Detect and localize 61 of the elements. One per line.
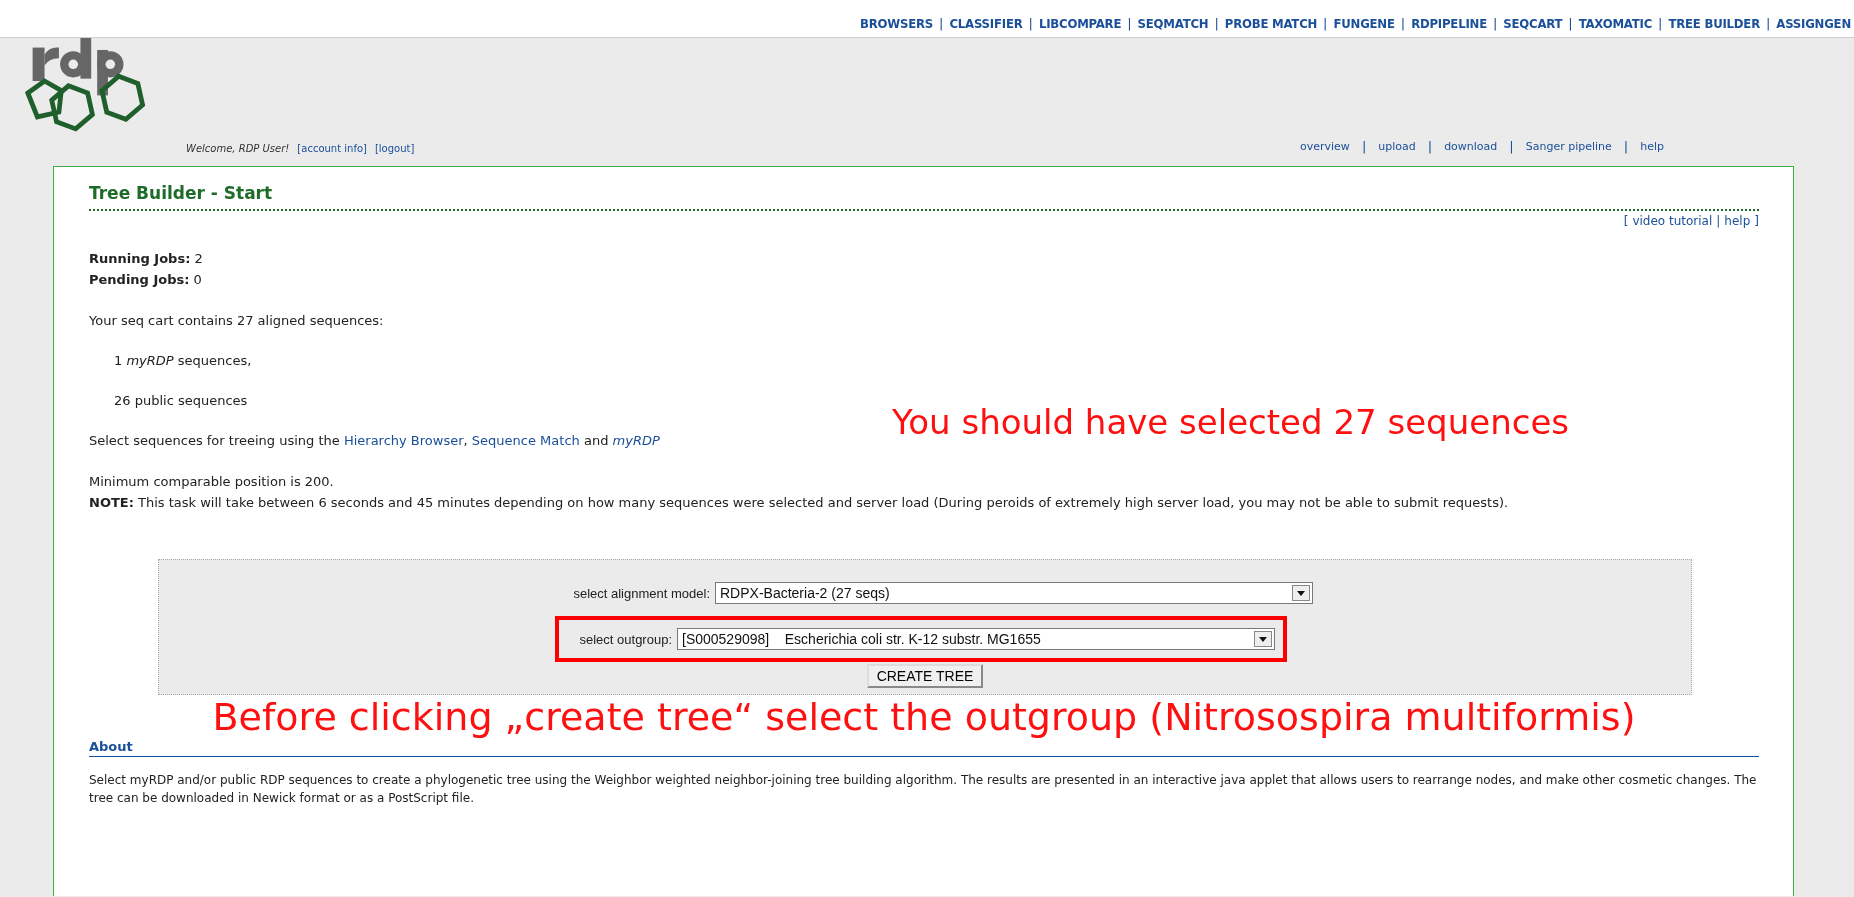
nav-link[interactable]: LIBCOMPARE xyxy=(1038,16,1122,31)
nav-link[interactable]: SEQMATCH xyxy=(1137,16,1209,31)
sentence-text: and xyxy=(583,433,609,448)
annotation-text: You should have selected 27 sequences xyxy=(892,404,1570,442)
job-count-text: Running Jobs: 2 xyxy=(89,251,203,266)
dropdown-field[interactable]: RDPX-Bacteria-2 (27 seqs) xyxy=(715,582,1313,604)
header-link[interactable]: download xyxy=(1444,140,1498,153)
help-link[interactable]: help xyxy=(1724,214,1751,228)
account-link[interactable]: [logout] xyxy=(374,143,415,154)
nav-link[interactable]: TREE BUILDER xyxy=(1668,16,1760,31)
header-link[interactable]: upload xyxy=(1378,140,1416,153)
dropdown-field[interactable]: [S000529098] Escherichia coli str. K-12 substr. MG1655 xyxy=(677,628,1275,650)
welcome-text: Welcome, RDP User! xyxy=(186,143,290,154)
nav-separator: | xyxy=(1400,16,1406,31)
section-heading: About xyxy=(89,738,1759,757)
link-separator: | xyxy=(1427,139,1433,154)
page-title: Tree Builder - Start xyxy=(89,177,1759,211)
cart-summary-text: Your seq cart contains 27 aligned sequences: xyxy=(89,313,384,328)
nav-separator: | xyxy=(1492,16,1498,31)
field-label: select alignment model: xyxy=(572,585,710,601)
help-link[interactable]: video tutorial xyxy=(1632,214,1713,228)
field-label: select outgroup: xyxy=(578,631,672,647)
nav-separator: | xyxy=(1765,16,1771,31)
nav-link[interactable]: BROWSERS xyxy=(860,16,934,31)
sentence-text: , xyxy=(463,433,468,448)
note-text: NOTE: This task will take between 6 seconds and 45 minutes depending on how many sequences were selected and server load (During peroids of extremely high server load, you may not be able to submit requests). xyxy=(89,495,1509,510)
nav-link[interactable]: PROBE MATCH xyxy=(1224,16,1318,31)
min-position-text: Minimum comparable position is 200. xyxy=(89,474,334,489)
sentence-link[interactable]: Hierarchy Browser xyxy=(343,433,464,448)
nav-separator: | xyxy=(1323,16,1328,31)
nav-link[interactable]: FUNGENE xyxy=(1333,16,1395,31)
nav-link[interactable]: CLASSIFIER xyxy=(949,16,1023,31)
nav-separator: | xyxy=(1658,16,1663,31)
sentence-text: Select sequences for treeing using the xyxy=(89,433,340,448)
nav-link[interactable]: TAXOMATIC xyxy=(1578,16,1652,31)
annotation-text: Before clicking „create tree“ select the outgroup (Nitrosospira multiformis) xyxy=(212,697,1636,739)
header-link[interactable]: help xyxy=(1640,140,1664,153)
sentence-link[interactable]: Sequence Match xyxy=(471,433,580,448)
link-separator: | xyxy=(1716,214,1721,228)
nav-separator: | xyxy=(1127,16,1132,31)
nav-link[interactable]: SEQCART xyxy=(1503,16,1563,31)
bracket-text: ] xyxy=(1754,214,1759,228)
nav-link[interactable]: RDPIPELINE xyxy=(1411,16,1487,31)
link-separator: | xyxy=(1509,139,1514,154)
cart-item-text: 26 public sequences xyxy=(114,393,248,408)
sentence-link[interactable]: myRDP xyxy=(612,433,660,448)
nav-separator: | xyxy=(1214,16,1219,31)
nav-separator: | xyxy=(939,16,944,31)
link-separator: | xyxy=(1623,139,1629,154)
job-count-text: Pending Jobs: 0 xyxy=(89,272,202,287)
header-link[interactable]: overview xyxy=(1300,140,1350,153)
bracket-text: [ xyxy=(1623,214,1629,228)
link-separator: | xyxy=(1361,139,1367,154)
nav-link[interactable]: ASSIGNGEN xyxy=(1776,16,1851,31)
nav-separator: | xyxy=(1568,16,1573,31)
cart-item-text: 1 myRDP sequences, xyxy=(114,353,252,368)
create-tree-button[interactable]: CREATE TREE xyxy=(866,664,984,688)
header-link[interactable]: Sanger pipeline xyxy=(1525,140,1612,153)
about-text: Select myRDP and/or public RDP sequences to create a phylogenetic tree using the Weighbor weighted neighbor-joining tree building algorithm. The results are presented in an interactive java applet that allows users to rearrange nodes, and make other cosmetic changes. The tree can be downloaded in Newick format or as a PostScript file. xyxy=(89,771,1758,807)
account-link[interactable]: [account info] xyxy=(297,143,367,154)
nav-separator: | xyxy=(1028,16,1033,31)
